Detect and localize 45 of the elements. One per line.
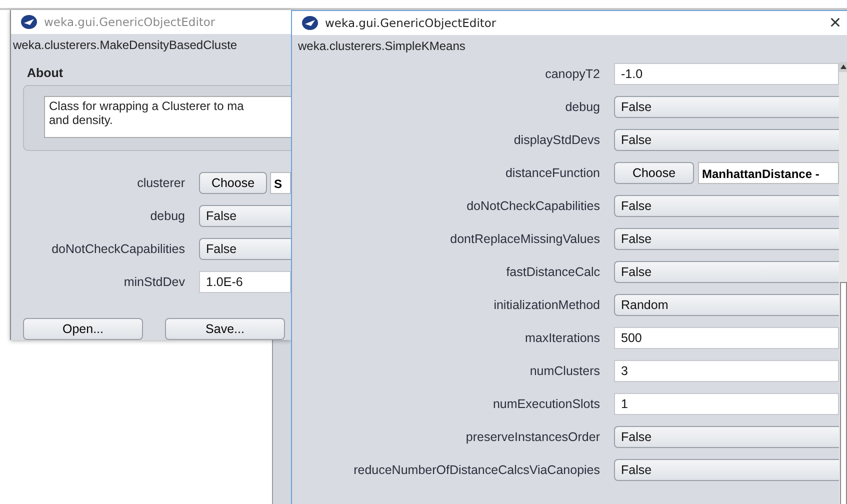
dropdown[interactable]: False: [199, 238, 291, 260]
property-label: canopyT2: [544, 67, 601, 81]
object-value-field[interactable]: ManhattanDistance -: [698, 162, 839, 184]
text-field[interactable]: -1.0: [614, 63, 839, 85]
choose-button[interactable]: Choose: [614, 162, 694, 184]
class-name: weka.clusterers.SimpleKMeans: [297, 38, 466, 55]
window-title: weka.gui.GenericObjectEditor: [44, 15, 216, 29]
about-heading: About: [27, 66, 64, 82]
property-label: debug: [564, 100, 601, 114]
property-label: numClusters: [528, 364, 601, 378]
dropdown[interactable]: Random: [614, 294, 839, 316]
dropdown[interactable]: False: [199, 205, 291, 227]
class-name: weka.clusterers.MakeDensityBasedCluste: [12, 37, 238, 54]
property-label: reduceNumberOfDistanceCalcsViaCanopies: [352, 463, 601, 477]
dropdown[interactable]: False: [614, 228, 839, 250]
dropdown[interactable]: False: [614, 195, 839, 217]
property-label: minStdDev: [122, 275, 186, 289]
property-label: debug: [149, 209, 186, 223]
property-label: doNotCheckCapabilities: [50, 242, 186, 256]
dialog-button[interactable]: Open...: [23, 318, 143, 340]
property-label: fastDistanceCalc: [505, 265, 601, 279]
dropdown[interactable]: False: [614, 426, 839, 448]
text-field[interactable]: 500: [614, 327, 839, 349]
dropdown[interactable]: False: [614, 261, 839, 283]
property-label: distanceFunction: [504, 166, 601, 180]
dialog-button[interactable]: Save...: [165, 318, 285, 340]
dropdown[interactable]: False: [614, 459, 839, 481]
text-field[interactable]: 1: [614, 393, 839, 415]
property-label: maxIterations: [524, 331, 601, 345]
property-label: displayStdDevs: [512, 133, 601, 147]
close-button[interactable]: ×: [826, 13, 844, 33]
property-label: numExecutionSlots: [492, 397, 601, 411]
dropdown[interactable]: False: [614, 129, 839, 151]
choose-button[interactable]: Choose: [199, 172, 267, 194]
property-label: initializationMethod: [492, 298, 601, 312]
property-label: clusterer: [136, 176, 186, 190]
window-title: weka.gui.GenericObjectEditor: [325, 16, 496, 30]
dropdown[interactable]: False: [614, 96, 839, 118]
property-label: doNotCheckCapabilities: [466, 199, 601, 213]
property-label: preserveInstancesOrder: [464, 430, 601, 444]
property-label: dontReplaceMissingValues: [449, 232, 601, 246]
object-value-field[interactable]: S: [270, 172, 291, 194]
text-field[interactable]: 3: [614, 360, 839, 382]
about-text: Class for wrapping a Clusterer to ma and density.: [44, 96, 291, 138]
text-field[interactable]: 1.0E-6: [199, 271, 291, 293]
